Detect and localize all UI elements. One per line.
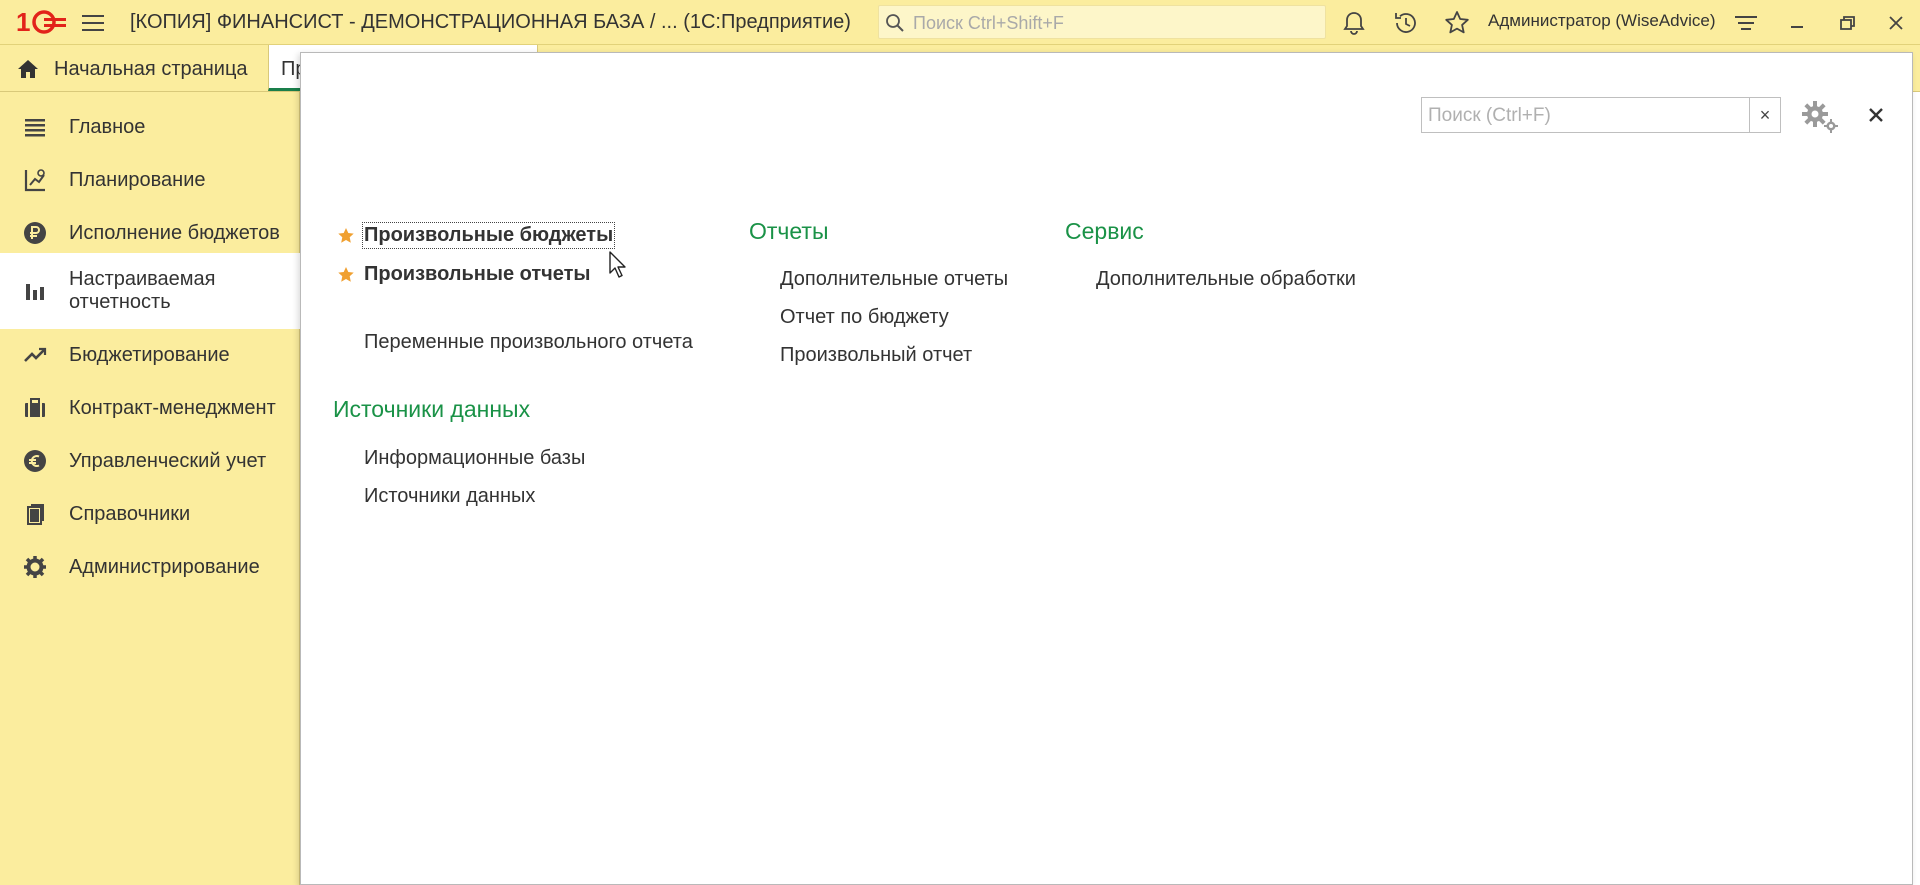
panel-settings-gear-icon[interactable] (1799, 99, 1841, 135)
sidebar-item-label: Исполнение бюджетов (69, 222, 280, 244)
sidebar-item-label: Администрирование (69, 556, 260, 578)
sidebar-item-label: Планирование (69, 169, 206, 191)
main-menu-icon[interactable] (80, 10, 106, 36)
cmd-budget-report[interactable]: Отчет по бюджету (780, 306, 949, 329)
sidebar-item-label: Главное (69, 116, 146, 138)
sections-sidebar: Главное Планирование Исполнение бюджетов… (0, 92, 300, 885)
svg-text:1: 1 (16, 8, 30, 36)
bell-icon[interactable] (1340, 9, 1368, 37)
logo-1c-icon[interactable]: 1 (16, 8, 66, 36)
bar-chart-icon (26, 284, 44, 300)
ruble-icon (24, 222, 46, 244)
mouse-cursor-icon (609, 251, 626, 278)
sidebar-item-label: Контракт-менеджмент (69, 397, 276, 419)
sidebar-item-label: Управленческий учет (69, 450, 267, 472)
cmd-information-bases[interactable]: Информационные базы (364, 447, 585, 470)
group-title-reports: Отчеты (749, 218, 829, 244)
euro-icon (24, 450, 46, 472)
cmd-custom-reports[interactable]: Произвольные отчеты (364, 263, 591, 286)
sidebar-item-budget-execution[interactable]: Исполнение бюджетов (0, 208, 300, 258)
panel-close-icon[interactable] (1863, 102, 1889, 128)
favorite-star-icon[interactable] (337, 266, 355, 284)
gear-icon (24, 556, 46, 578)
favorites-star-icon[interactable] (1443, 9, 1471, 37)
cmd-additional-reports[interactable]: Дополнительные отчеты (780, 268, 1008, 291)
title-bar: 1 [КОПИЯ] ФИНАНСИСТ - ДЕМОНСТРАЦИОННАЯ Б… (0, 0, 1920, 45)
cmd-report-variables[interactable]: Переменные произвольного отчета (364, 331, 693, 354)
sidebar-item-label: Бюджетирование (69, 344, 230, 366)
panel-search[interactable] (1421, 97, 1757, 133)
search-icon (886, 14, 904, 32)
cmd-data-sources[interactable]: Источники данных (364, 485, 535, 508)
global-search-input[interactable] (911, 10, 1315, 36)
sidebar-item-planning[interactable]: Планирование (0, 155, 300, 205)
current-user[interactable]: Администратор (WiseAdvice) (1488, 11, 1716, 31)
sidebar-item-budgeting[interactable]: Бюджетирование (0, 330, 300, 380)
minimize-icon[interactable] (1783, 9, 1811, 37)
history-icon[interactable] (1392, 9, 1420, 37)
group-title-service: Сервис (1065, 218, 1144, 244)
section-panel: × Произвольные бюджеты Произвольные отче… (300, 52, 1913, 885)
planning-icon (24, 169, 45, 192)
close-window-icon[interactable] (1882, 9, 1910, 37)
briefcase-icon (25, 398, 45, 417)
panel-search-input[interactable] (1426, 103, 1730, 129)
sidebar-item-contract-management[interactable]: Контракт-менеджмент (0, 383, 300, 433)
cmd-additional-processors[interactable]: Дополнительные обработки (1096, 268, 1356, 291)
tab-home-label: Начальная страница (54, 58, 248, 80)
group-title-data-sources: Источники данных (333, 396, 531, 422)
sidebar-item-label: Справочники (69, 503, 191, 525)
hamburger-icon (25, 119, 45, 137)
books-icon (27, 504, 44, 525)
favorite-star-icon[interactable] (337, 227, 355, 245)
sidebar-item-label: Настраиваемая отчетность (69, 268, 216, 313)
sidebar-item-management-accounting[interactable]: Управленческий учет (0, 436, 300, 486)
restore-icon[interactable] (1833, 9, 1861, 37)
home-icon (18, 60, 38, 78)
settings-menu-icon[interactable] (1732, 9, 1760, 37)
cmd-custom-budgets[interactable]: Произвольные бюджеты (361, 222, 616, 249)
global-search[interactable] (878, 5, 1326, 39)
sidebar-item-catalogs[interactable]: Справочники (0, 489, 300, 539)
panel-search-clear-button[interactable]: × (1749, 97, 1781, 133)
sidebar-item-administration[interactable]: Администрирование (0, 542, 300, 592)
sidebar-item-main[interactable]: Главное (0, 102, 300, 152)
tab-home[interactable]: Начальная страница (0, 45, 268, 91)
cmd-custom-report[interactable]: Произвольный отчет (780, 344, 972, 367)
window-title: [КОПИЯ] ФИНАНСИСТ - ДЕМОНСТРАЦИОННАЯ БАЗ… (130, 11, 851, 33)
sidebar-item-custom-reporting[interactable]: Настраиваемая отчетность (0, 253, 300, 329)
trend-icon (24, 347, 47, 362)
